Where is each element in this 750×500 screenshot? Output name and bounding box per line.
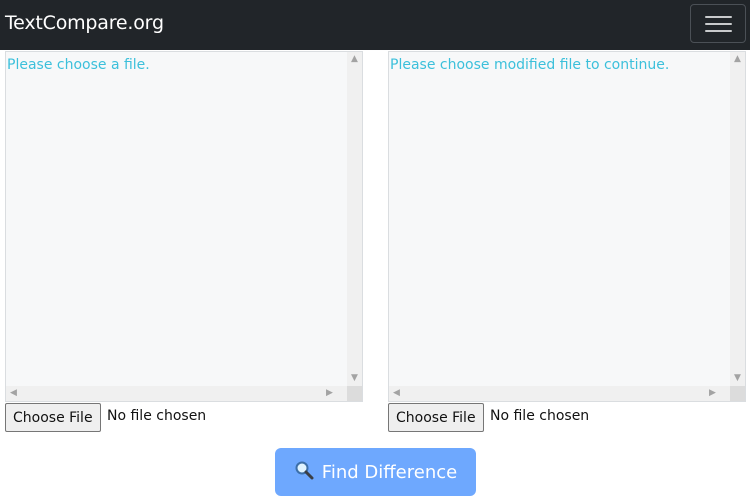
scroll-left-arrow-icon[interactable]: ◀ <box>389 389 404 398</box>
original-file-status: No file chosen <box>107 408 207 424</box>
vertical-scrollbar[interactable]: ▲ ▼ <box>347 52 362 386</box>
horizontal-scrollbar[interactable]: ◀ ▶ <box>389 386 730 401</box>
scrollbar-corner <box>730 386 745 401</box>
scroll-right-arrow-icon[interactable]: ▶ <box>322 389 337 398</box>
magnifier-icon <box>294 460 314 485</box>
find-difference-button[interactable]: Find Difference <box>275 448 476 496</box>
original-text-editor[interactable]: Please choose a file. ▲ ▼ ◀ ▶ <box>5 51 363 402</box>
modified-file-status: No file chosen <box>490 408 590 424</box>
original-choose-file-button[interactable]: Choose File <box>5 403 101 432</box>
scroll-up-arrow-icon[interactable]: ▲ <box>347 55 362 64</box>
scroll-down-arrow-icon[interactable]: ▼ <box>730 374 745 383</box>
navbar: TextCompare.org <box>0 0 750 50</box>
scroll-up-arrow-icon[interactable]: ▲ <box>730 55 745 64</box>
scroll-right-arrow-icon[interactable]: ▶ <box>705 389 720 398</box>
navbar-toggle-button[interactable] <box>690 4 746 43</box>
scroll-left-arrow-icon[interactable]: ◀ <box>6 389 21 398</box>
scroll-down-arrow-icon[interactable]: ▼ <box>347 374 362 383</box>
original-placeholder-message: Please choose a file. <box>7 57 150 73</box>
modified-text-editor[interactable]: Please choose modified file to continue.… <box>388 51 746 402</box>
brand-logo-text[interactable]: TextCompare.org <box>5 12 164 34</box>
modified-placeholder-message: Please choose modified file to continue. <box>390 57 670 73</box>
scrollbar-corner <box>347 386 362 401</box>
vertical-scrollbar[interactable]: ▲ ▼ <box>730 52 745 386</box>
find-difference-label: Find Difference <box>321 461 458 483</box>
modified-choose-file-button[interactable]: Choose File <box>388 403 484 432</box>
horizontal-scrollbar[interactable]: ◀ ▶ <box>6 386 347 401</box>
